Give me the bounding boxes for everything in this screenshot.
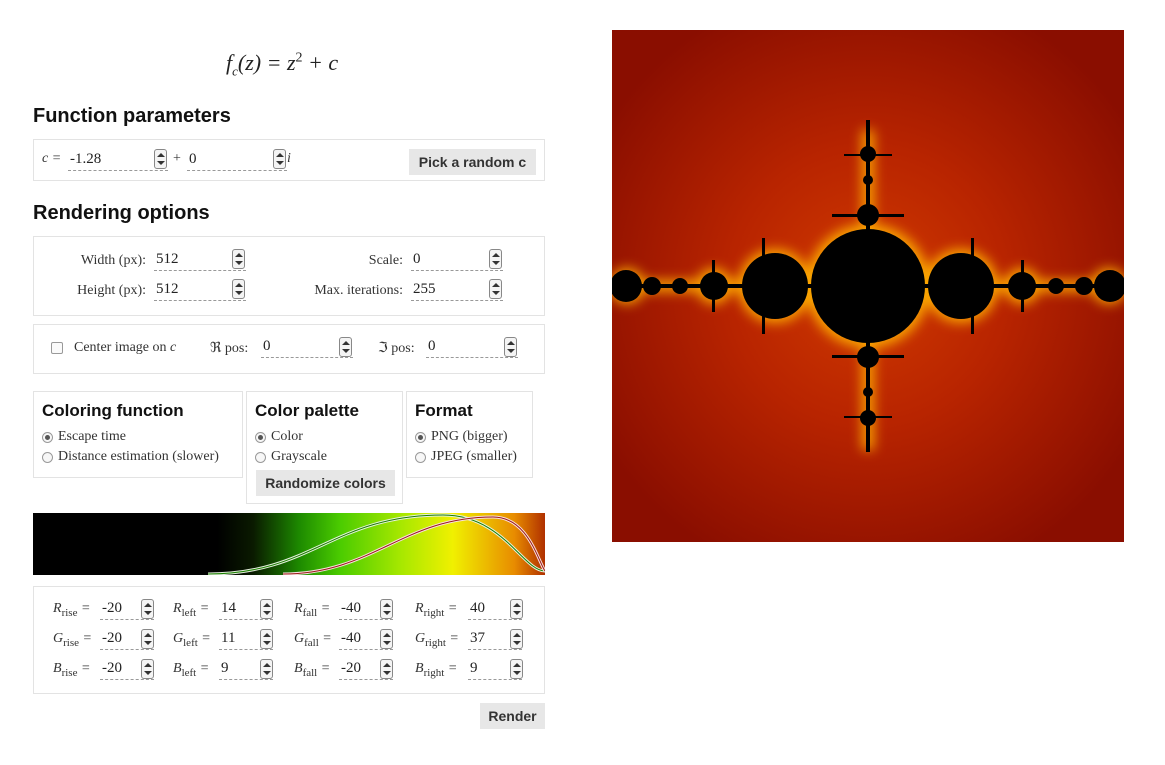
width-spinner[interactable] bbox=[232, 249, 245, 269]
color-palette-title: Color palette bbox=[255, 401, 359, 420]
b-rise-label: Brise = bbox=[53, 661, 91, 679]
grayscale-label: Grayscale bbox=[271, 449, 327, 464]
height-label: Height (px): bbox=[77, 283, 146, 298]
scale-label: Scale: bbox=[368, 253, 403, 268]
c-imag-input[interactable]: 0 bbox=[187, 149, 287, 171]
png-label: PNG (bigger) bbox=[431, 429, 508, 444]
g-left-label: Gleft = bbox=[173, 631, 211, 649]
center-checkbox[interactable] bbox=[51, 342, 63, 354]
escape-time-radio[interactable] bbox=[42, 432, 53, 443]
r-fall-spinner[interactable] bbox=[380, 599, 393, 619]
b-fall-spinner[interactable] bbox=[380, 659, 393, 679]
im-pos-label: ℑ pos: bbox=[378, 341, 415, 356]
center-box: Center image on c ℜ pos: 0 ℑ pos: 0 bbox=[33, 324, 545, 374]
b-right-label: Bright = bbox=[415, 661, 458, 679]
g-rise-label: Grise = bbox=[53, 631, 92, 649]
g-fall-spinner[interactable] bbox=[380, 629, 393, 649]
c-label: c = bbox=[42, 151, 62, 166]
color-palette-box: Color palette Color Grayscale Randomize … bbox=[246, 391, 403, 504]
width-label: Width (px): bbox=[80, 253, 146, 268]
g-right-spinner[interactable] bbox=[510, 629, 523, 649]
c-imag-spinner[interactable] bbox=[273, 149, 286, 169]
b-fall-label: Bfall = bbox=[294, 661, 331, 679]
rendering-options-title: Rendering options bbox=[33, 202, 210, 224]
escape-time-label: Escape time bbox=[58, 429, 127, 444]
function-params-box: c = -1.28 + 0 i Pick a random c bbox=[33, 139, 545, 181]
r-left-label: Rleft = bbox=[173, 601, 210, 619]
im-pos-spinner[interactable] bbox=[504, 337, 517, 357]
jpeg-radio[interactable] bbox=[415, 452, 426, 463]
r-rise-label: Rrise = bbox=[53, 601, 91, 619]
format-box: Format PNG (bigger) JPEG (smaller) bbox=[406, 391, 533, 478]
randomize-colors-button[interactable]: Randomize colors bbox=[256, 470, 395, 496]
b-right-spinner[interactable] bbox=[510, 659, 523, 679]
center-label: Center image on c bbox=[74, 340, 177, 355]
palette-curves bbox=[207, 513, 545, 575]
b-left-label: Bleft = bbox=[173, 661, 210, 679]
png-radio[interactable] bbox=[415, 432, 426, 443]
size-box: Width (px): 512 Height (px): 512 Scale: … bbox=[33, 236, 545, 316]
g-left-spinner[interactable] bbox=[260, 629, 273, 649]
r-fall-label: Rfall = bbox=[294, 601, 331, 619]
height-spinner[interactable] bbox=[232, 279, 245, 299]
function-params-title: Function parameters bbox=[33, 105, 231, 127]
plus-label: + bbox=[173, 151, 181, 166]
format-title: Format bbox=[415, 401, 473, 420]
jpeg-label: JPEG (smaller) bbox=[431, 449, 517, 464]
julia-set-render bbox=[612, 30, 1124, 542]
max-iterations-spinner[interactable] bbox=[489, 279, 502, 299]
r-right-spinner[interactable] bbox=[510, 599, 523, 619]
g-right-label: Gright = bbox=[415, 631, 459, 649]
r-rise-spinner[interactable] bbox=[141, 599, 154, 619]
c-real-input[interactable]: -1.28 bbox=[68, 149, 168, 171]
i-label: i bbox=[287, 151, 291, 166]
distance-estimation-radio[interactable] bbox=[42, 452, 53, 463]
re-pos-label: ℜ pos: bbox=[210, 341, 249, 356]
render-button[interactable]: Render bbox=[480, 703, 545, 729]
g-fall-label: Gfall = bbox=[294, 631, 332, 649]
formula: fc(z) = z2 + c bbox=[226, 50, 339, 79]
fractal-image bbox=[612, 30, 1124, 542]
max-iterations-label: Max. iterations: bbox=[314, 283, 403, 298]
palette-gradient-preview bbox=[33, 513, 545, 575]
coloring-function-box: Coloring function Escape time Distance e… bbox=[33, 391, 243, 478]
distance-estimation-label: Distance estimation (slower) bbox=[58, 449, 219, 464]
scale-spinner[interactable] bbox=[489, 249, 502, 269]
b-rise-spinner[interactable] bbox=[141, 659, 154, 679]
grayscale-radio[interactable] bbox=[255, 452, 266, 463]
r-left-spinner[interactable] bbox=[260, 599, 273, 619]
color-label: Color bbox=[271, 429, 303, 444]
r-right-label: Rright = bbox=[415, 601, 458, 619]
b-left-spinner[interactable] bbox=[260, 659, 273, 679]
g-rise-spinner[interactable] bbox=[141, 629, 154, 649]
pick-random-c-button[interactable]: Pick a random c bbox=[409, 149, 536, 175]
re-pos-spinner[interactable] bbox=[339, 337, 352, 357]
c-real-spinner[interactable] bbox=[154, 149, 167, 169]
palette-params-box: Rrise = -20 Rleft = 14 Rfall = -40 Rrigh… bbox=[33, 586, 545, 694]
coloring-function-title: Coloring function bbox=[42, 401, 184, 420]
color-radio[interactable] bbox=[255, 432, 266, 443]
